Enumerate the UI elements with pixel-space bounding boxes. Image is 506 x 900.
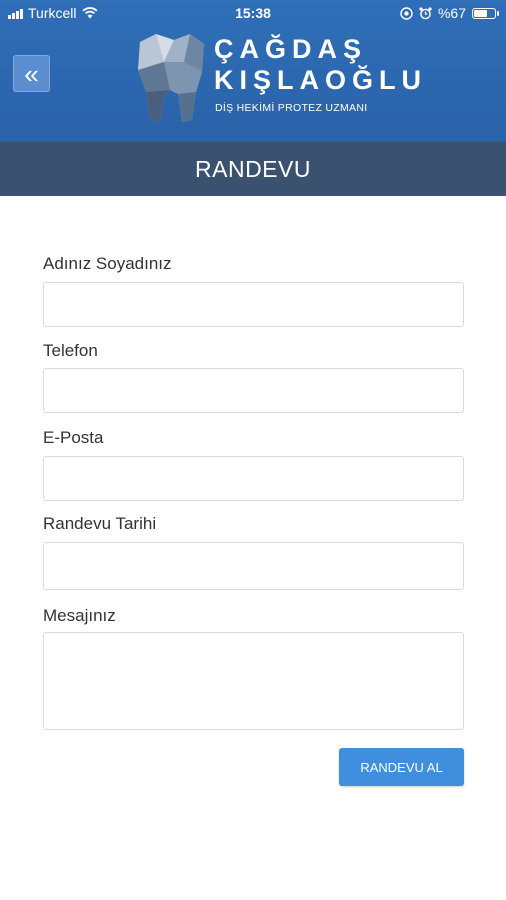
status-bar: Turkcell 15:38 %67 [0, 0, 506, 28]
tooth-logo-icon [138, 34, 204, 122]
logo-name: ÇAĞDAŞ KIŞLAOĞLU [214, 34, 427, 96]
alarm-icon [419, 6, 432, 19]
status-right: %67 [400, 5, 499, 21]
name-label: Adınız Soyadınız [43, 254, 172, 273]
double-chevron-left-icon: « [24, 58, 39, 89]
back-button[interactable]: « [13, 55, 50, 92]
app-header: Turkcell 15:38 %67 « ÇAĞDAŞ KIŞLAOĞLU Dİ… [0, 0, 506, 142]
battery-icon [472, 7, 499, 19]
message-textarea[interactable] [43, 632, 464, 730]
location-lock-icon [400, 6, 413, 20]
phone-input[interactable] [43, 368, 464, 413]
submit-appointment-button[interactable]: RANDEVU AL [339, 748, 464, 786]
page-title-bar: RANDEVU [0, 142, 506, 196]
email-input[interactable] [43, 456, 464, 501]
logo-subtitle: DİŞ HEKİMİ PROTEZ UZMANI [215, 102, 368, 114]
clinic-logo: ÇAĞDAŞ KIŞLAOĞLU DİŞ HEKİMİ PROTEZ UZMAN… [134, 32, 421, 127]
date-input[interactable] [43, 542, 464, 590]
phone-label: Telefon [43, 341, 98, 360]
submit-label: RANDEVU AL [360, 759, 443, 775]
battery-percent: %67 [437, 5, 466, 21]
message-label: Mesajınız [43, 606, 116, 625]
battery-fill [474, 9, 487, 17]
page-title: RANDEVU [195, 155, 311, 182]
logo-name-line2: KIŞLAOĞLU [214, 65, 427, 95]
email-label: E-Posta [43, 428, 104, 447]
name-input[interactable] [43, 282, 464, 327]
date-label: Randevu Tarihi [43, 514, 157, 533]
logo-name-line1: ÇAĞDAŞ [214, 34, 368, 64]
